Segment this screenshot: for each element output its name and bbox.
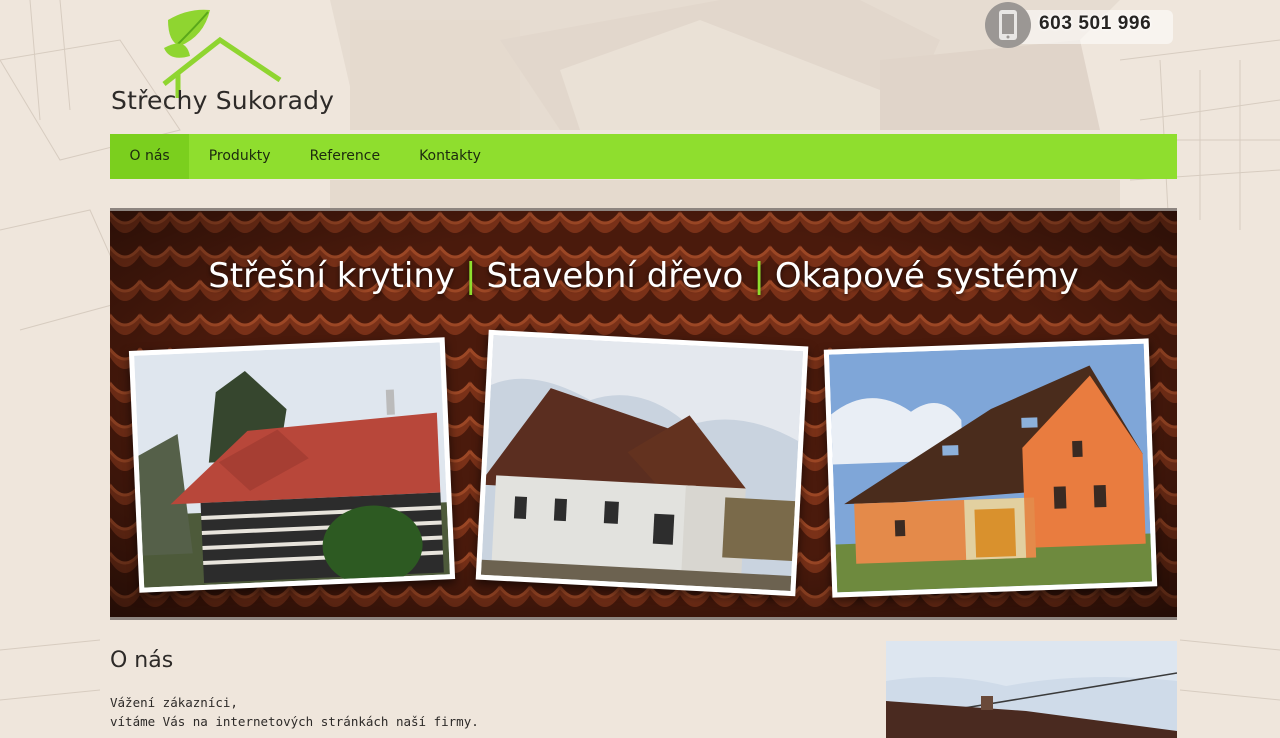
intro-text: Vážení zákazníci, vítáme Vás na internet… (110, 693, 479, 731)
nav-item-kontakty[interactable]: Kontakty (400, 134, 501, 179)
logo-text[interactable]: Střechy Sukorady (111, 86, 334, 115)
headline-timber: Stavební dřevo (486, 256, 744, 296)
hero-banner: Střešní krytiny | Stavební dřevo | Okapové s… (110, 208, 1177, 620)
phone-contact: 603 501 996 (985, 2, 1175, 48)
nav-item-produkty[interactable]: Produkty (189, 134, 290, 179)
headline-gutters: Okapové systémy (774, 256, 1079, 296)
intro-line-greeting: Vážení zákazníci, (110, 695, 238, 710)
nav-item-reference[interactable]: Reference (290, 134, 400, 179)
intro-line-welcome: vítáme Vás na internetových stránkách na… (110, 714, 479, 729)
headline-separator: | (753, 256, 765, 296)
headline-roofing: Střešní krytiny (208, 256, 456, 296)
main-navigation: O nás Produkty Reference Kontakty (110, 134, 1177, 179)
nav-item-o-nas[interactable]: O nás (110, 134, 190, 179)
side-photo-roof (886, 641, 1177, 738)
photo-new-house (475, 329, 809, 597)
banner-headline: Střešní krytiny | Stavební dřevo | Okapové s… (110, 256, 1177, 296)
phone-number[interactable]: 603 501 996 (1039, 13, 1151, 35)
mobile-phone-icon (985, 2, 1031, 48)
headline-separator: | (465, 256, 477, 296)
page-title: O nás (110, 648, 174, 673)
photo-brick-house (823, 338, 1158, 598)
photo-log-cabin (128, 337, 456, 593)
